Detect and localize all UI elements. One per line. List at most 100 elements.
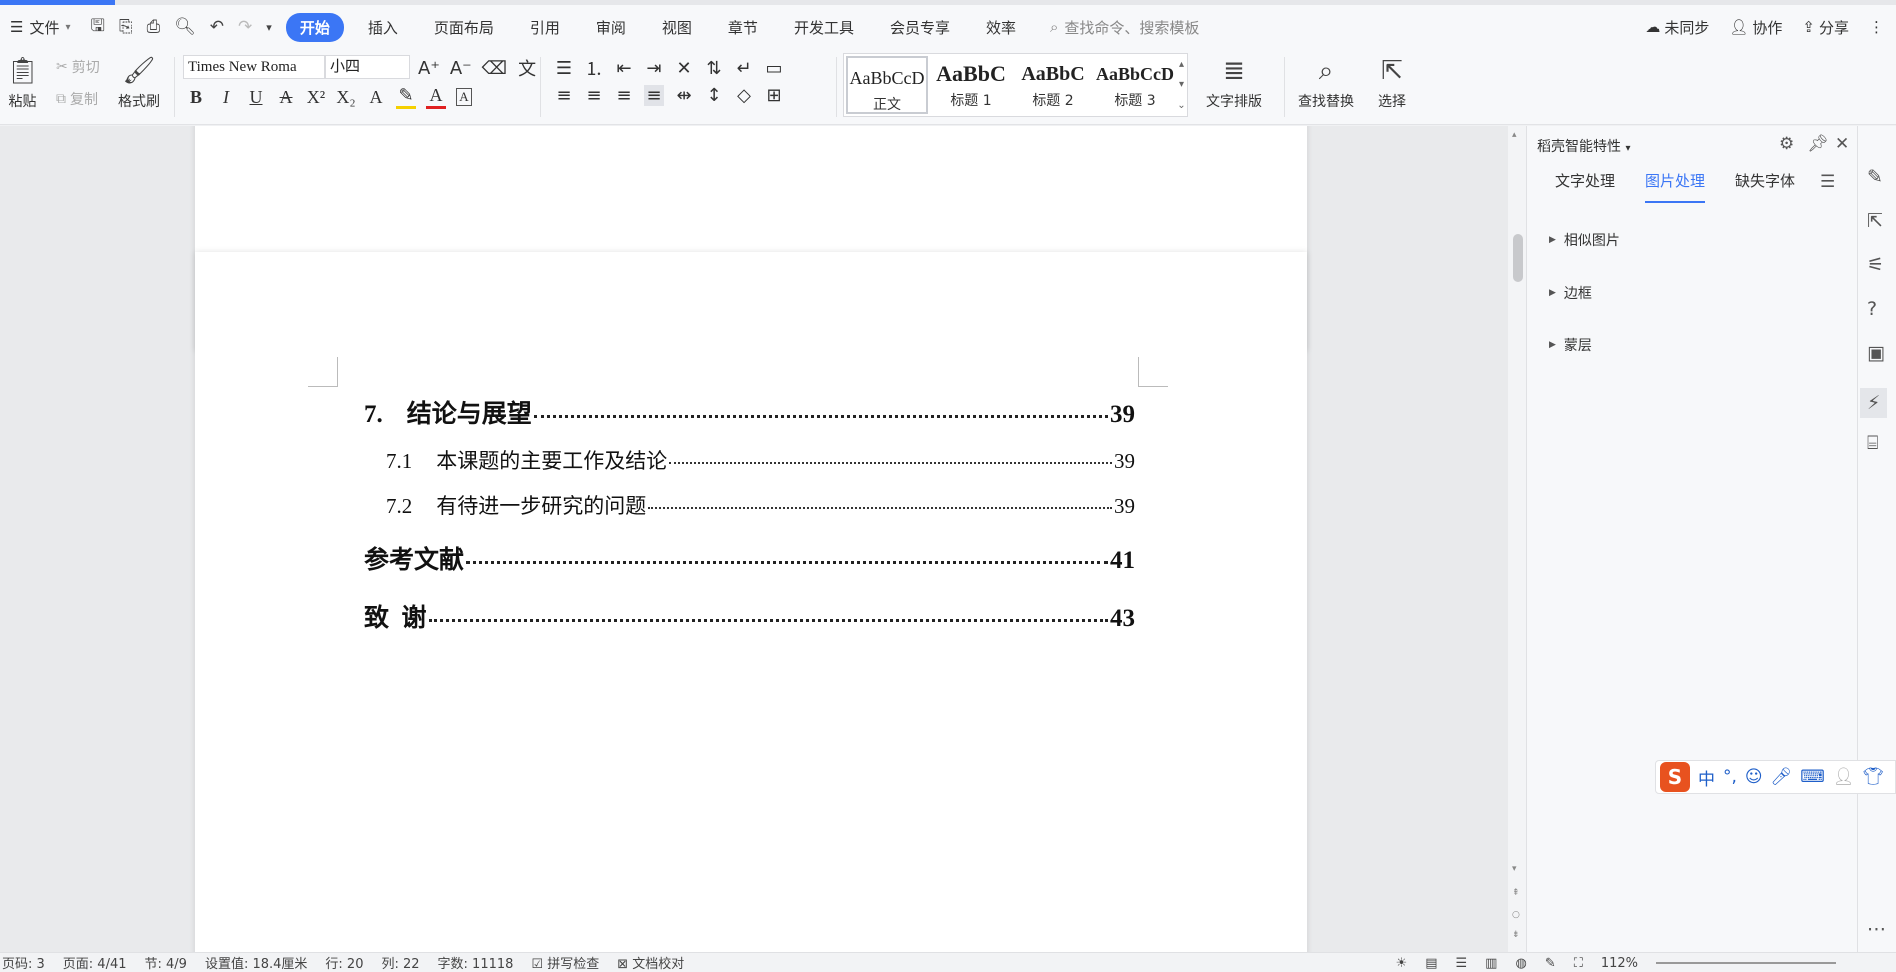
tab-review[interactable]: 审阅 — [584, 13, 638, 42]
toc-entry[interactable]: 参考文献 41 — [364, 540, 1135, 576]
style-heading-2[interactable]: AaBbC 标题 2 — [1012, 54, 1094, 116]
tab-insert[interactable]: 插入 — [356, 13, 410, 42]
document-page[interactable]: 7. 结论与展望 39 7.1 本课题的主要工作及结论 39 7.2 有待进一步… — [195, 252, 1307, 952]
align-right-icon[interactable]: ≡ — [614, 85, 634, 106]
panel-title[interactable]: 稻壳智能特性 ▾ — [1537, 136, 1630, 156]
spell-check-button[interactable]: ☑ 拼写检查 — [531, 953, 599, 972]
sync-status-button[interactable]: ☁ 未同步 — [1645, 17, 1709, 38]
status-section[interactable]: 节: 4/9 — [145, 953, 187, 972]
fit-icon[interactable]: ⛶ — [1574, 956, 1583, 971]
document-canvas[interactable]: 7. 结论与展望 39 7.1 本课题的主要工作及结论 39 7.2 有待进一步… — [0, 126, 1508, 952]
skin-icon[interactable]: 👕︎ — [1862, 767, 1884, 787]
next-page-icon[interactable]: ⇟ — [1512, 930, 1520, 940]
file-menu[interactable]: ☰ 文件 ▾ — [0, 12, 81, 42]
panel-section-similar-images[interactable]: ▶ 相似图片 — [1549, 230, 1620, 250]
find-replace-button[interactable]: ⌕ 查找替换 — [1298, 51, 1354, 111]
toc-entry[interactable]: 致 谢 43 — [364, 598, 1135, 634]
chinese-layout-icon[interactable]: ✕ — [674, 58, 694, 79]
grow-font-icon[interactable]: A⁺ — [418, 58, 440, 79]
gear-icon[interactable]: ⚙ — [1779, 134, 1794, 154]
zoom-level[interactable]: 112% — [1601, 956, 1638, 971]
numbered-list-icon[interactable]: ⒈ — [584, 55, 604, 81]
toc-entry[interactable]: 7.2 有待进一步研究的问题 39 — [386, 490, 1135, 520]
panel-section-border[interactable]: ▶ 边框 — [1549, 283, 1592, 303]
text-layout-button[interactable]: ≣ 文字排版 — [1206, 51, 1262, 111]
copy-button[interactable]: ⧉ 复制 — [56, 89, 98, 109]
user-icon[interactable]: 👤︎ — [1833, 767, 1855, 787]
italic-icon[interactable]: I — [216, 87, 236, 108]
tab-view[interactable]: 视图 — [650, 13, 704, 42]
show-marks-icon[interactable]: ↵ — [734, 58, 754, 79]
tab-developer[interactable]: 开发工具 — [782, 13, 866, 42]
mic-icon[interactable]: 🎤︎ — [1771, 767, 1793, 787]
style-heading-1[interactable]: AaBbC 标题 1 — [930, 54, 1012, 116]
line-spacing-icon[interactable]: ↕ — [704, 85, 724, 106]
panel-section-mask[interactable]: ▶ 蒙层 — [1549, 335, 1592, 355]
smart-icon[interactable]: ⚡ — [1860, 388, 1888, 418]
status-wordcount[interactable]: 字数: 11118 — [438, 953, 514, 972]
text-effect-icon[interactable]: A — [366, 87, 386, 108]
eye-protect-icon[interactable]: ☀ — [1396, 956, 1408, 971]
select-browse-icon[interactable]: ○ — [1512, 910, 1520, 920]
panel-tab-missing-fonts[interactable]: 缺失字体 — [1735, 170, 1795, 203]
bold-icon[interactable]: B — [186, 87, 206, 108]
bullet-list-icon[interactable]: ☰ — [554, 58, 574, 79]
tab-home[interactable]: 开始 — [285, 12, 344, 42]
outline-view-icon[interactable]: ☰ — [1456, 956, 1468, 971]
print-preview-icon[interactable]: 🔍︎ — [174, 17, 196, 37]
page-view-icon[interactable]: ▤ — [1425, 956, 1437, 971]
tab-references[interactable]: 引用 — [518, 13, 572, 42]
style-normal[interactable]: AaBbCcD 正文 — [846, 56, 928, 114]
select-button[interactable]: ⇱ 选择 — [1378, 51, 1406, 111]
write-mode-icon[interactable]: ✎ — [1545, 956, 1556, 971]
format-painter-button[interactable]: 🖌︎ 格式刷 — [118, 51, 160, 111]
close-icon[interactable]: ✕ — [1835, 134, 1849, 154]
tab-efficiency[interactable]: 效率 — [974, 13, 1028, 42]
increase-indent-icon[interactable]: ⇥ — [644, 58, 664, 79]
proofread-button[interactable]: ⊠ 文档校对 — [617, 953, 684, 972]
status-pageno[interactable]: 页码: 3 — [2, 953, 45, 972]
tab-page-layout[interactable]: 页面布局 — [422, 13, 506, 42]
more-icon[interactable]: ⋯ — [1867, 918, 1886, 940]
scrollbar-thumb[interactable] — [1513, 234, 1523, 282]
align-left-icon[interactable]: ≡ — [554, 85, 574, 106]
share-button[interactable]: ⇪ 分享 — [1802, 17, 1849, 38]
subscript-icon[interactable]: X₂ — [336, 87, 356, 108]
prev-page-icon[interactable]: ⇞ — [1512, 888, 1520, 898]
command-search[interactable]: ⌕ 查找命令、搜索模板 — [1050, 17, 1199, 38]
print-icon[interactable]: ⎙ — [147, 17, 161, 37]
highlight-icon[interactable]: ✎ — [396, 85, 416, 109]
book-search-icon[interactable]: ⌸ — [1867, 432, 1878, 454]
undo-icon[interactable]: ↶ — [210, 17, 224, 37]
status-position[interactable]: 设置值: 18.4厘米 — [205, 953, 307, 972]
char-border-icon[interactable]: A — [456, 88, 472, 106]
ruler-icon[interactable]: ▭ — [764, 58, 784, 79]
scroll-up-icon[interactable]: ▴ — [1512, 130, 1517, 140]
strikethrough-icon[interactable]: A — [276, 87, 296, 108]
distribute-icon[interactable]: ⇹ — [674, 85, 694, 106]
shading-icon[interactable]: ◇ — [734, 85, 754, 106]
emoji-icon[interactable]: ☺ — [1745, 767, 1763, 787]
web-view-icon[interactable]: ◍ — [1515, 956, 1526, 971]
justify-icon[interactable]: ≡ — [644, 85, 664, 106]
keyboard-icon[interactable]: ⌨ — [1800, 767, 1825, 787]
shrink-font-icon[interactable]: A⁻ — [450, 58, 472, 79]
pin-icon[interactable]: 📌︎ — [1807, 134, 1829, 154]
toc-entry[interactable]: 7. 结论与展望 39 — [364, 394, 1135, 430]
scroll-down-icon[interactable]: ▾ — [1512, 864, 1517, 874]
reading-view-icon[interactable]: ▥ — [1485, 956, 1497, 971]
menu-icon[interactable]: ☰ — [1820, 172, 1835, 192]
decrease-indent-icon[interactable]: ⇤ — [614, 58, 634, 79]
panel-tab-image[interactable]: 图片处理 — [1645, 170, 1706, 203]
cut-button[interactable]: ✂ 剪切 — [56, 57, 100, 77]
align-center-icon[interactable]: ≡ — [584, 85, 604, 106]
vertical-scrollbar[interactable]: ▴ ▾ ⇞ ○ ⇟ — [1508, 126, 1526, 952]
sort-icon[interactable]: ⇅ — [704, 58, 724, 79]
collaborate-button[interactable]: 👤︎ 协作 — [1729, 17, 1782, 38]
font-name-select[interactable]: Times New Roma — [183, 55, 325, 79]
paste-button[interactable]: 📋︎ 粘贴 — [6, 51, 39, 111]
pen-icon[interactable]: ✎ — [1867, 166, 1883, 188]
more-menu-button[interactable]: ⋮ — [1869, 18, 1884, 36]
save-as-icon[interactable]: ⎘ — [119, 17, 133, 37]
cursor-icon[interactable]: ⇱ — [1867, 210, 1883, 232]
